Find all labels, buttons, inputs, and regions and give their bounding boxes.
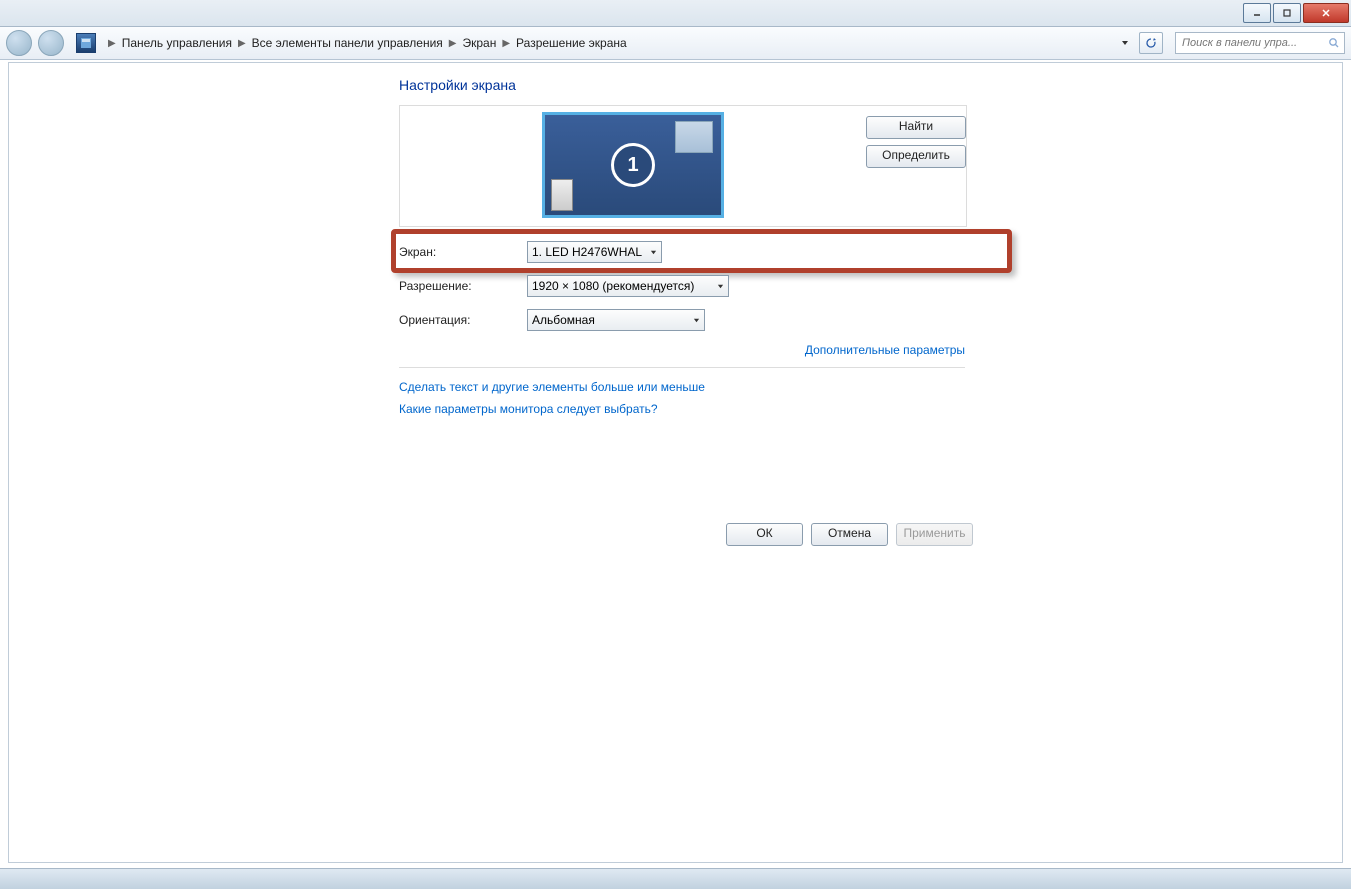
- nav-back-button[interactable]: [6, 30, 32, 56]
- resolution-select[interactable]: 1920 × 1080 (рекомендуется): [527, 275, 729, 297]
- preview-window-icon: [675, 121, 713, 153]
- search-icon: [1328, 37, 1340, 49]
- breadcrumb: ▶ Панель управления ▶ Все элементы панел…: [102, 36, 627, 50]
- navigation-bar: ▶ Панель управления ▶ Все элементы панел…: [0, 27, 1351, 60]
- monitor-number: 1: [611, 143, 655, 187]
- advanced-settings-link[interactable]: Дополнительные параметры: [805, 343, 965, 357]
- close-button[interactable]: [1303, 3, 1349, 23]
- divider: [399, 367, 965, 368]
- screen-select[interactable]: 1. LED H2476WHAL: [527, 241, 662, 263]
- advanced-link-row: Дополнительные параметры: [399, 343, 965, 357]
- resolution-label: Разрешение:: [399, 279, 527, 293]
- orientation-select-value: Альбомная: [532, 313, 595, 327]
- screen-select-value: 1. LED H2476WHAL: [532, 245, 642, 259]
- nav-forward-button[interactable]: [38, 30, 64, 56]
- taskbar: [0, 868, 1351, 889]
- resolution-row: Разрешение: 1920 × 1080 (рекомендуется): [399, 275, 1322, 297]
- screen-row: Экран: 1. LED H2476WHAL: [399, 241, 1322, 263]
- chevron-down-icon: [650, 249, 657, 256]
- breadcrumb-dropdown-icon[interactable]: [1121, 36, 1129, 50]
- control-panel-icon: [76, 33, 96, 53]
- breadcrumb-item[interactable]: Экран: [462, 36, 496, 50]
- search-input[interactable]: [1180, 36, 1328, 50]
- display-settings-page: Настройки экрана 1 Найти Определить Экра…: [399, 77, 1322, 424]
- breadcrumb-item[interactable]: Панель управления: [122, 36, 232, 50]
- window-titlebar: [0, 0, 1351, 27]
- chevron-down-icon: [693, 317, 700, 324]
- resolution-select-value: 1920 × 1080 (рекомендуется): [532, 279, 694, 293]
- ok-button[interactable]: ОК: [726, 523, 803, 546]
- content-area: Настройки экрана 1 Найти Определить Экра…: [8, 62, 1343, 863]
- chevron-down-icon: [717, 283, 724, 290]
- page-title: Настройки экрана: [399, 77, 1322, 93]
- chevron-right-icon: ▶: [108, 38, 116, 49]
- taskbar-icon[interactable]: [8, 871, 44, 887]
- chevron-right-icon: ▶: [238, 38, 246, 49]
- which-monitor-link[interactable]: Какие параметры монитора следует выбрать…: [399, 402, 658, 416]
- minimize-button[interactable]: [1243, 3, 1271, 23]
- orientation-select[interactable]: Альбомная: [527, 309, 705, 331]
- screen-label: Экран:: [399, 245, 527, 259]
- cancel-button[interactable]: Отмена: [811, 523, 888, 546]
- maximize-button[interactable]: [1273, 3, 1301, 23]
- breadcrumb-item[interactable]: Все элементы панели управления: [252, 36, 443, 50]
- apply-button: Применить: [896, 523, 973, 546]
- monitor-preview[interactable]: 1: [542, 112, 724, 218]
- text-size-link[interactable]: Сделать текст и другие элементы больше и…: [399, 380, 705, 394]
- breadcrumb-item[interactable]: Разрешение экрана: [516, 36, 627, 50]
- chevron-right-icon: ▶: [449, 38, 457, 49]
- monitor-preview-section: 1 Найти Определить: [399, 105, 967, 227]
- refresh-button[interactable]: [1139, 32, 1163, 54]
- orientation-label: Ориентация:: [399, 313, 527, 327]
- chevron-right-icon: ▶: [502, 38, 510, 49]
- find-button[interactable]: Найти: [866, 116, 966, 139]
- orientation-row: Ориентация: Альбомная: [399, 309, 1322, 331]
- dialog-footer: ОК Отмена Применить: [407, 523, 973, 546]
- identify-button[interactable]: Определить: [866, 145, 966, 168]
- search-box[interactable]: [1175, 32, 1345, 54]
- preview-taskbar-icon: [551, 179, 573, 211]
